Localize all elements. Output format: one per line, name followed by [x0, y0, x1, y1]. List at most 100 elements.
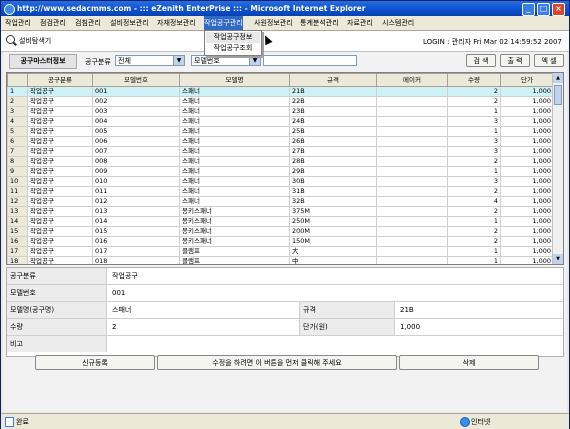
- menu-tool[interactable]: 작업공구관리: [204, 16, 243, 30]
- menu-meter[interactable]: 검침관리: [75, 16, 101, 30]
- menu-employee[interactable]: 사원정보관리: [254, 16, 293, 30]
- table-cell: 작업공구: [27, 186, 93, 197]
- table-row[interactable]: 11 작업공구 011 스패너 31B 2 1,000: [7, 186, 554, 197]
- table-cell: 24B: [289, 116, 377, 127]
- menu-item-tool-info[interactable]: 작업공구정보: [206, 32, 260, 43]
- table-row[interactable]: 5 작업공구 005 스패너 25B 1 1,000: [7, 126, 554, 137]
- table-row[interactable]: 14 작업공구 014 몽키스패너 250M 1 1,000: [7, 216, 554, 227]
- col-header[interactable]: 모델번호: [92, 73, 180, 87]
- page-icon: [5, 417, 14, 427]
- detail-value[interactable]: 2: [109, 319, 116, 335]
- menu-statistics[interactable]: 통계분석관리: [300, 16, 339, 30]
- col-header[interactable]: 규격: [289, 73, 377, 87]
- table-row[interactable]: 10 작업공구 010 스패너 30B 3 1,000: [7, 176, 554, 187]
- table-row[interactable]: 9 작업공구 009 스패너 29B 1 1,000: [7, 166, 554, 177]
- detail-value[interactable]: 스패너: [109, 302, 131, 318]
- table-cell: 23B: [289, 106, 377, 117]
- table-row[interactable]: 7 작업공구 007 스패너 27B 3 1,000: [7, 146, 554, 157]
- table-row[interactable]: 1 작업공구 001 스패너 21B 2 1,000: [7, 86, 554, 97]
- col-header[interactable]: [7, 73, 28, 87]
- table-cell: 클램프: [179, 256, 290, 264]
- col-header[interactable]: 공구분류: [27, 73, 93, 87]
- col-header[interactable]: 수량: [447, 73, 501, 87]
- table-cell: 中: [289, 256, 377, 264]
- table-cell: [376, 106, 448, 117]
- table-cell: 018: [92, 256, 180, 264]
- menu-data[interactable]: 자료관리: [347, 16, 373, 30]
- table-cell: 스패너: [179, 96, 290, 107]
- table-row[interactable]: 18 작업공구 018 클램프 中 1 1,000: [7, 256, 554, 264]
- menu-item-tool-query[interactable]: 작업공구조회: [206, 43, 260, 54]
- print-button[interactable]: 출 력: [500, 54, 530, 67]
- table-row[interactable]: 6 작업공구 006 스패너 26B 3 1,000: [7, 136, 554, 147]
- zone-text: 인터넷: [471, 418, 491, 426]
- table-cell: 작업공구: [27, 236, 93, 247]
- menu-work[interactable]: 작업관리: [5, 16, 31, 30]
- new-button[interactable]: 신규등록: [35, 355, 155, 370]
- scroll-thumb[interactable]: [554, 85, 562, 105]
- detail-label: 단가(원): [299, 319, 395, 335]
- search-input[interactable]: [263, 55, 357, 66]
- menu-equipment[interactable]: 설비정보관리: [110, 16, 149, 30]
- table-cell: [376, 146, 448, 157]
- minimize-icon[interactable]: _: [522, 3, 535, 16]
- excel-button[interactable]: 엑 셀: [534, 54, 564, 67]
- table-cell: 1,000: [500, 146, 554, 157]
- row-number: 5: [7, 126, 28, 137]
- category-select[interactable]: 전체 ▼: [115, 55, 185, 66]
- maximize-icon[interactable]: □: [537, 3, 550, 16]
- scroll-down-icon[interactable]: ▼: [553, 254, 563, 264]
- col-header[interactable]: 모델명: [179, 73, 290, 87]
- table-cell: 스패너: [179, 176, 290, 187]
- menu-system[interactable]: 시스템관리: [382, 16, 414, 30]
- menu-material[interactable]: 자재정보관리: [157, 16, 196, 30]
- table-cell: 012: [92, 196, 180, 207]
- detail-value[interactable]: 21B: [397, 302, 414, 318]
- table-row[interactable]: 17 작업공구 017 클램프 大 1 1,000: [7, 246, 554, 257]
- detail-value[interactable]: 작업공구: [109, 268, 138, 284]
- grid-scrollbar[interactable]: ▲ ▼: [552, 73, 563, 264]
- col-header[interactable]: 메이커: [376, 73, 448, 87]
- col-header[interactable]: 단가: [500, 73, 554, 87]
- field-select[interactable]: 모델번호 ▼: [191, 55, 261, 66]
- delete-button[interactable]: 삭제: [399, 355, 539, 370]
- table-cell: 작업공구: [27, 226, 93, 237]
- table-cell: 3: [447, 116, 501, 127]
- table-cell: 스패너: [179, 166, 290, 177]
- detail-value[interactable]: 001: [109, 285, 125, 301]
- table-row[interactable]: 3 작업공구 003 스패너 23B 1 1,000: [7, 106, 554, 117]
- table-cell: [376, 246, 448, 257]
- table-cell: 1,000: [500, 226, 554, 237]
- search-button[interactable]: 검 색: [466, 54, 496, 67]
- detail-value[interactable]: 1,000: [397, 319, 420, 335]
- row-number: 1: [7, 86, 28, 97]
- table-row[interactable]: 4 작업공구 004 스패너 24B 3 1,000: [7, 116, 554, 127]
- table-cell: 스패너: [179, 186, 290, 197]
- detail-label: 규격: [299, 302, 395, 318]
- detail-row: 수량 2 단가(원) 1,000: [7, 319, 563, 336]
- table-cell: 2: [447, 156, 501, 167]
- menu-inspection[interactable]: 점검관리: [40, 16, 66, 30]
- close-icon[interactable]: ×: [552, 3, 565, 16]
- table-cell: 3: [447, 146, 501, 157]
- table-row[interactable]: 2 작업공구 002 스패너 22B 2 1,000: [7, 96, 554, 107]
- table-cell: [376, 176, 448, 187]
- table-row[interactable]: 15 작업공구 015 몽키스패너 200M 2 1,000: [7, 226, 554, 237]
- edit-button[interactable]: 수정을 하려면 이 버튼을 먼저 클릭해 주세요: [157, 355, 397, 370]
- table-row[interactable]: 12 작업공구 012 스패너 32B 4 1,000: [7, 196, 554, 207]
- table-cell: 21B: [289, 86, 377, 97]
- table-cell: 1: [447, 246, 501, 257]
- table-row[interactable]: 16 작업공구 016 몽키스패너 150M 2 1,000: [7, 236, 554, 247]
- ie-icon: [4, 4, 15, 15]
- scroll-up-icon[interactable]: ▲: [553, 73, 563, 83]
- table-row[interactable]: 8 작업공구 008 스패너 28B 2 1,000: [7, 156, 554, 167]
- table-row[interactable]: 13 작업공구 013 몽키스패너 375M 2 1,000: [7, 206, 554, 217]
- table-cell: 작업공구: [27, 166, 93, 177]
- panel-title: 공구마스터정보: [9, 54, 77, 69]
- tool-grid[interactable]: 공구분류 모델번호 모델명 규격 메이커 수량 단가 1 작업공구 001 스패너 21…: [6, 72, 564, 265]
- table-cell: [376, 156, 448, 167]
- table-cell: [376, 96, 448, 107]
- table-cell: 스패너: [179, 146, 290, 157]
- search-icon[interactable]: [6, 35, 15, 44]
- row-number: 3: [7, 106, 28, 117]
